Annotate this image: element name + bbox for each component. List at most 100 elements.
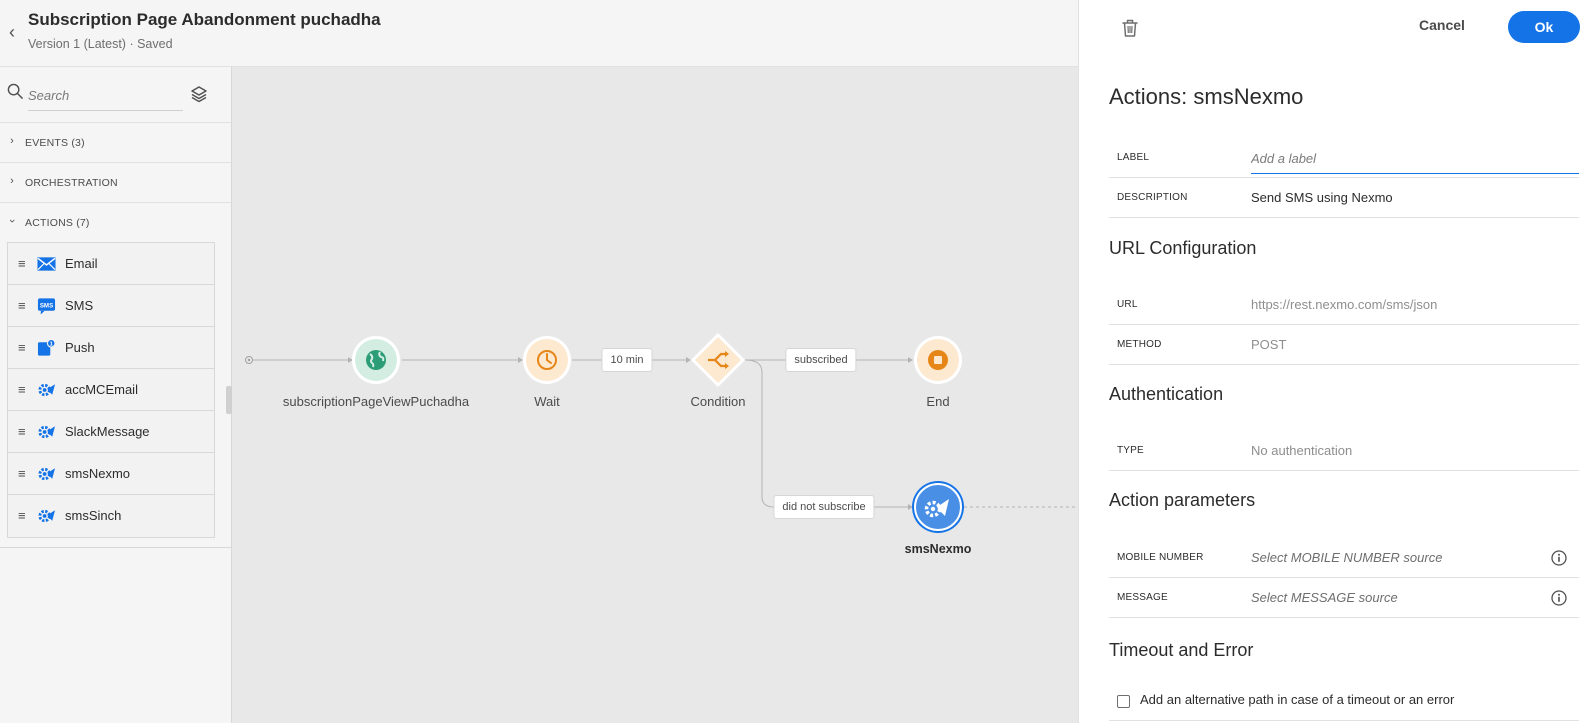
custom-action-icon bbox=[38, 509, 56, 523]
message-source-select[interactable]: Select MESSAGE source bbox=[1251, 590, 1398, 605]
node-label-event: subscriptionPageViewPuchadha bbox=[282, 394, 470, 409]
search-icon bbox=[7, 83, 23, 99]
auth-type-field-row: TYPE No authentication bbox=[1109, 431, 1579, 471]
action-label: SMS bbox=[65, 298, 94, 313]
node-label-condition: Condition bbox=[690, 394, 746, 409]
stop-icon bbox=[928, 350, 948, 370]
drag-handle-icon[interactable]: ≡ bbox=[18, 466, 26, 481]
svg-text:SMS: SMS bbox=[40, 302, 53, 309]
drag-handle-icon[interactable]: ≡ bbox=[18, 256, 26, 271]
section-label: ACTIONS (7) bbox=[25, 217, 90, 229]
action-item-smsnexmo[interactable]: ≡ smsNexmo bbox=[8, 453, 214, 495]
label-field-row: LABEL bbox=[1109, 138, 1579, 178]
custom-action-icon bbox=[38, 383, 56, 397]
section-label: EVENTS (3) bbox=[25, 137, 85, 149]
checkbox-label: Add an alternative path in case of a tim… bbox=[1140, 692, 1455, 707]
action-item-accmcemail[interactable]: ≡ accMCEmail bbox=[8, 369, 214, 411]
info-icon[interactable] bbox=[1551, 550, 1567, 566]
edge-label-wait-duration[interactable]: 10 min bbox=[601, 348, 653, 372]
drag-handle-icon[interactable]: ≡ bbox=[18, 382, 26, 397]
node-label-smsnexmo: smsNexmo bbox=[904, 542, 972, 556]
description-value[interactable]: Send SMS using Nexmo bbox=[1251, 190, 1393, 205]
palette-search-input[interactable] bbox=[28, 81, 183, 111]
mobile-number-field-row[interactable]: MOBILE NUMBER Select MOBILE NUMBER sourc… bbox=[1109, 538, 1579, 578]
node-event[interactable] bbox=[352, 336, 400, 384]
chevron-right-icon: › bbox=[10, 135, 14, 147]
drag-handle-icon[interactable]: ≡ bbox=[18, 298, 26, 313]
palette-sidebar: › EVENTS (3) › ORCHESTRATION › ACTIONS (… bbox=[0, 67, 232, 723]
action-label: smsNexmo bbox=[65, 466, 131, 481]
action-label: accMCEmail bbox=[65, 382, 138, 397]
info-icon[interactable] bbox=[1551, 590, 1567, 606]
panel-title: Actions: smsNexmo bbox=[1109, 84, 1304, 109]
node-action-smsnexmo[interactable] bbox=[912, 481, 964, 533]
action-label: SlackMessage bbox=[65, 424, 150, 439]
action-label: smsSinch bbox=[65, 508, 122, 523]
journey-title: Subscription Page Abandonment puchadha bbox=[28, 10, 381, 29]
field-label: URL bbox=[1117, 299, 1138, 310]
timeout-alternative-path-checkbox[interactable] bbox=[1117, 695, 1130, 708]
layers-icon[interactable] bbox=[190, 85, 208, 103]
url-field-row: URL https://rest.nexmo.com/sms/json bbox=[1109, 285, 1579, 325]
journey-version-status: Version 1 (Latest) · Saved bbox=[28, 37, 173, 51]
field-label: MOBILE NUMBER bbox=[1117, 552, 1204, 563]
section-title-timeout-error: Timeout and Error bbox=[1109, 640, 1254, 660]
drag-handle-icon[interactable]: ≡ bbox=[18, 424, 26, 439]
email-icon bbox=[37, 257, 56, 271]
custom-action-icon bbox=[38, 467, 56, 481]
edge-label-subscribed[interactable]: subscribed bbox=[785, 348, 857, 372]
ok-button[interactable]: Ok bbox=[1508, 11, 1580, 43]
action-label: Email bbox=[65, 256, 98, 271]
journey-canvas[interactable]: subscriptionPageViewPuchadha Wait Condit… bbox=[232, 67, 1078, 723]
auth-type-value: No authentication bbox=[1251, 443, 1353, 458]
push-icon: 1 bbox=[37, 339, 56, 356]
action-label: Push bbox=[65, 340, 95, 355]
divider bbox=[1109, 720, 1579, 721]
mobile-number-source-select[interactable]: Select MOBILE NUMBER source bbox=[1251, 550, 1442, 565]
chevron-down-icon: › bbox=[6, 219, 18, 223]
action-item-smssinch[interactable]: ≡ smsSinch bbox=[8, 495, 214, 537]
field-label: METHOD bbox=[1117, 339, 1162, 350]
drag-handle-icon[interactable]: ≡ bbox=[18, 508, 26, 523]
palette-search-row bbox=[0, 67, 231, 123]
arrowheads bbox=[348, 357, 913, 510]
node-label-wait: Wait bbox=[534, 394, 560, 409]
action-item-push[interactable]: ≡ 1 Push bbox=[8, 327, 214, 369]
section-title-action-parameters: Action parameters bbox=[1109, 490, 1256, 510]
actions-list: ≡ Email ≡ SMS SMS ≡ 1 Push ≡ accMCEmail … bbox=[7, 242, 215, 538]
field-label: MESSAGE bbox=[1117, 592, 1168, 603]
method-value: POST bbox=[1251, 337, 1287, 352]
sms-icon: SMS bbox=[37, 298, 56, 315]
cancel-button[interactable]: Cancel bbox=[1419, 17, 1465, 33]
message-field-row[interactable]: MESSAGE Select MESSAGE source bbox=[1109, 578, 1579, 618]
node-wait[interactable] bbox=[523, 336, 571, 384]
section-title-url: URL Configuration bbox=[1109, 238, 1257, 258]
back-chevron-icon[interactable]: ‹ bbox=[4, 22, 20, 42]
action-item-slackmessage[interactable]: ≡ SlackMessage bbox=[8, 411, 214, 453]
section-events[interactable]: › EVENTS (3) bbox=[0, 123, 231, 163]
journey-header: ‹ Subscription Page Abandonment puchadha… bbox=[0, 0, 1078, 67]
drag-handle-icon[interactable]: ≡ bbox=[18, 340, 26, 355]
divider bbox=[0, 547, 231, 548]
field-label: TYPE bbox=[1117, 445, 1144, 456]
activity-properties-panel: Cancel Ok Actions: smsNexmo LABEL DESCRI… bbox=[1078, 0, 1595, 723]
trash-icon[interactable] bbox=[1121, 18, 1139, 38]
node-label-end: End bbox=[926, 394, 950, 409]
description-field-row: DESCRIPTION Send SMS using Nexmo bbox=[1109, 178, 1579, 218]
custom-action-icon bbox=[38, 425, 56, 439]
section-label: ORCHESTRATION bbox=[25, 177, 118, 189]
node-condition[interactable] bbox=[691, 333, 745, 387]
field-label: DESCRIPTION bbox=[1117, 192, 1188, 203]
action-item-sms[interactable]: ≡ SMS SMS bbox=[8, 285, 214, 327]
label-input[interactable] bbox=[1251, 144, 1579, 174]
action-item-email[interactable]: ≡ Email bbox=[8, 243, 214, 285]
field-label: LABEL bbox=[1117, 152, 1150, 163]
section-orchestration[interactable]: › ORCHESTRATION bbox=[0, 163, 231, 203]
edge-label-did-not-subscribe[interactable]: did not subscribe bbox=[773, 495, 875, 519]
section-actions[interactable]: › ACTIONS (7) bbox=[0, 203, 231, 243]
section-title-authentication: Authentication bbox=[1109, 384, 1224, 404]
node-end[interactable] bbox=[914, 336, 962, 384]
svg-text:1: 1 bbox=[50, 341, 53, 347]
url-value: https://rest.nexmo.com/sms/json bbox=[1251, 297, 1438, 312]
globe-icon bbox=[366, 350, 386, 370]
